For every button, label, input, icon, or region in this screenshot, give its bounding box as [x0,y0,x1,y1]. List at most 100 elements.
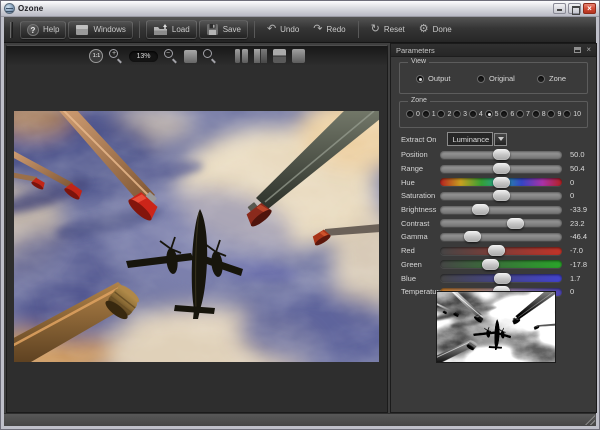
zone-radio-4[interactable]: 4 [468,110,483,118]
help-button[interactable]: ? Help [20,20,67,39]
slider-value: -46.4 [570,232,588,242]
reset-icon: ↻ [370,23,380,35]
view-hsplit-button[interactable] [272,49,286,63]
parameters-panel: Parameters × View Output Original Zone Z… [390,43,597,413]
view-dual-pane-button[interactable] [234,49,248,63]
zoom-in-icon: + [109,49,119,58]
save-button[interactable]: Save [198,20,248,39]
reset-button[interactable]: ↻ Reset [365,22,411,37]
radio-zone-view[interactable]: Zone [537,74,566,83]
slider-handle[interactable] [492,149,510,161]
slider-handle[interactable] [492,163,510,175]
resize-grip[interactable] [585,415,595,425]
zone-radio-2[interactable]: 2 [437,110,451,118]
slider-red: Red -7.0 [401,245,583,257]
maximize-button[interactable] [568,3,581,15]
main-toolbar: ? Help Windows Load Save ↶ Undo ↷ Redo ↻… [4,17,596,43]
slider-value: 50.4 [570,164,585,174]
toolbar-grip[interactable] [10,21,13,38]
slider-value: -7.0 [570,246,583,256]
toolbar-separator [253,21,255,38]
zone-group: Zone 0 1 2 3 4 5 6 7 8 9 10 [399,97,588,128]
slider-hue: Hue 0 [401,176,575,188]
slider-handle[interactable] [471,204,489,216]
windows-button[interactable]: Windows [68,20,133,39]
radio-icon [537,74,545,83]
radio-icon [477,74,485,83]
slider-track[interactable] [440,231,562,243]
zone-radio-3[interactable]: 3 [453,110,467,118]
slider-handle[interactable] [464,231,482,243]
view-split-pane-button[interactable] [253,49,267,63]
slider-value: -17.8 [570,259,588,269]
zoom-in-button[interactable]: + [109,49,123,64]
slider-handle[interactable] [492,190,510,202]
toolbar-separator [357,21,359,38]
zone-radio-1[interactable]: 1 [421,110,436,118]
status-bar [4,413,596,426]
parameters-header[interactable]: Parameters × [391,44,596,57]
magnifier-button[interactable] [202,49,217,64]
panel-close-icon[interactable]: × [586,46,591,54]
slider-handle[interactable] [506,217,524,229]
slider-value: 0 [570,287,575,297]
slider-track[interactable] [440,149,562,161]
actual-size-button[interactable]: 1:1 [89,49,104,63]
redo-icon: ↷ [313,23,323,35]
slider-handle[interactable] [492,176,510,188]
slider-value: 0 [570,191,575,201]
slider-position: Position 50.0 [401,149,585,161]
zone-radio-8[interactable]: 8 [531,110,546,118]
slider-track[interactable] [440,258,562,270]
radio-icon [416,74,424,83]
zone-radio-9[interactable]: 9 [547,110,561,118]
slider-handle[interactable] [481,258,499,270]
slider-track[interactable] [440,176,562,188]
window-title: Ozone [18,4,44,13]
zone-radio-5[interactable]: 5 [484,110,499,118]
slider-track[interactable] [440,190,562,202]
folder-open-icon [153,24,167,35]
zoom-out-icon: − [163,49,173,58]
view-group: View Output Original Zone [399,58,588,94]
slider-handle[interactable] [493,272,511,284]
zone-radio-0[interactable]: 0 [406,110,420,118]
canvas-panel: 1:1 + 13% − [6,45,388,413]
app-icon [4,3,15,14]
parameters-title: Parameters [396,45,435,55]
gear-icon: ⚙ [418,23,429,35]
extract-on-select[interactable]: Luminance [447,132,494,146]
minimize-button[interactable] [553,3,566,14]
dock-icon[interactable] [574,47,582,53]
done-button[interactable]: ⚙ Done [413,22,458,37]
slider-blue: Blue 1.7 [401,272,581,284]
compare-view-button[interactable] [183,49,197,63]
slider-contrast: Contrast 23.2 [401,217,585,229]
title-bar[interactable]: Ozone × [1,1,599,17]
select-arrow-icon[interactable] [494,132,508,146]
radio-output[interactable]: Output [416,74,451,83]
slider-track[interactable] [440,272,562,284]
slider-track[interactable] [440,204,562,216]
close-button[interactable]: × [583,3,596,14]
undo-button[interactable]: ↶ Undo [261,22,305,37]
view-single-pane-button[interactable] [291,49,305,63]
redo-button[interactable]: ↷ Redo [307,22,351,37]
load-button[interactable]: Load [145,20,197,39]
dual-pane-icon [234,49,240,63]
zoom-out-button[interactable]: − [163,49,178,64]
zone-radio-6[interactable]: 6 [500,110,514,118]
slider-track[interactable] [440,217,562,229]
main-image [14,111,379,362]
search-icon [202,49,212,58]
radio-original[interactable]: Original [477,74,515,83]
slider-track[interactable] [440,245,562,257]
zone-radio-10[interactable]: 10 [563,110,581,118]
slider-gamma: Gamma -46.4 [401,231,588,243]
windows-icon [76,24,89,35]
slider-handle[interactable] [488,245,506,257]
slider-value: 23.2 [570,218,585,228]
zone-radio-7[interactable]: 7 [516,110,530,118]
toolbar-separator [138,21,140,38]
slider-track[interactable] [440,163,562,175]
